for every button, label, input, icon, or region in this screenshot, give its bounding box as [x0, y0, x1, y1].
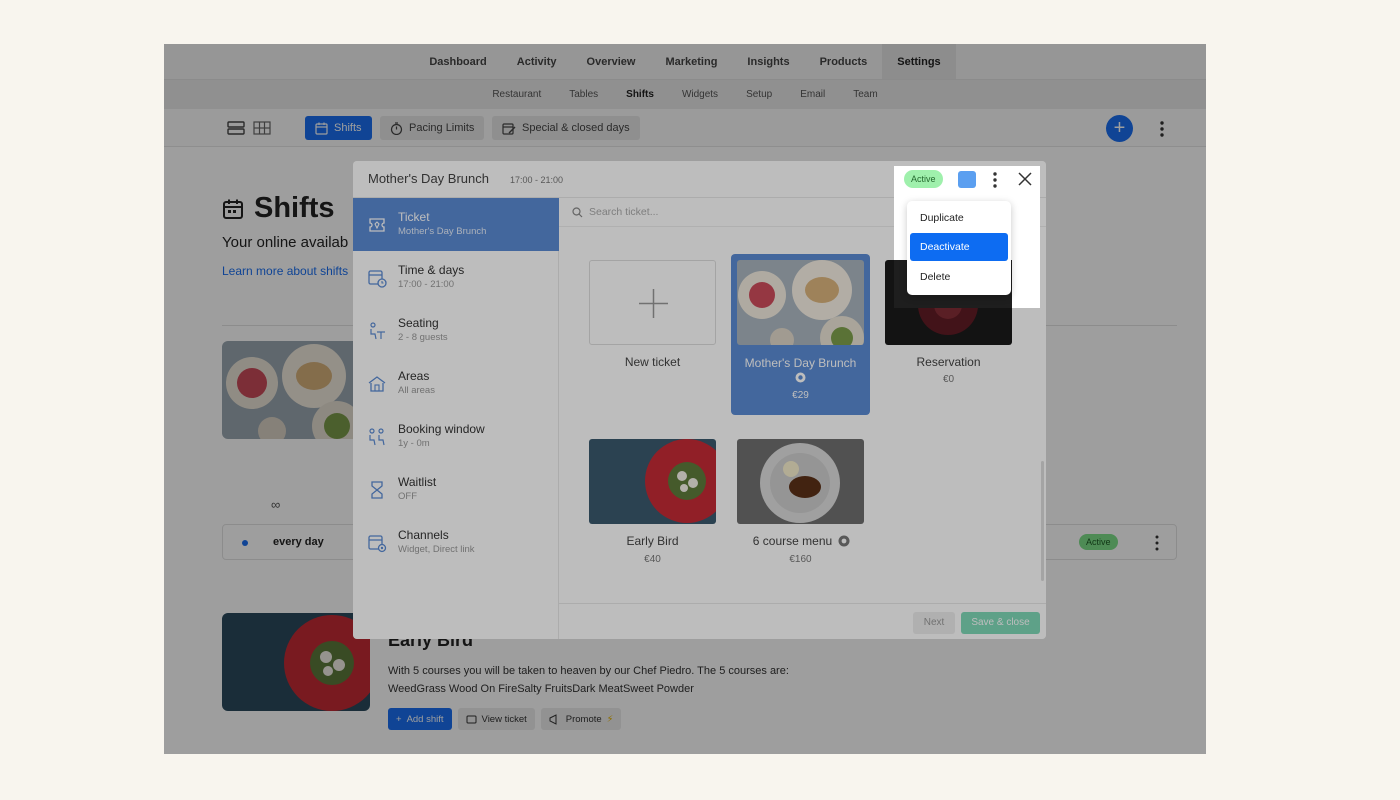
more-options-icon[interactable]	[991, 171, 999, 189]
color-swatch[interactable]	[958, 171, 976, 188]
menu-deactivate[interactable]: Deactivate	[910, 233, 1008, 261]
options-dropdown: Duplicate Deactivate Delete	[907, 201, 1011, 295]
close-icon[interactable]	[1017, 171, 1033, 187]
status-badge: Active	[904, 170, 943, 188]
menu-delete[interactable]: Delete	[910, 263, 1008, 291]
menu-duplicate[interactable]: Duplicate	[910, 204, 1008, 232]
